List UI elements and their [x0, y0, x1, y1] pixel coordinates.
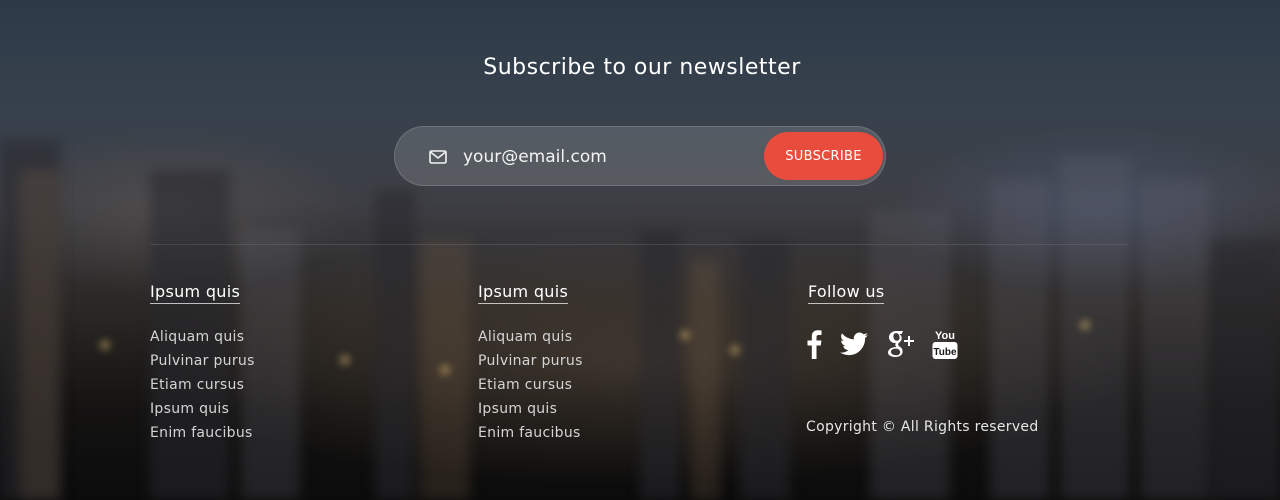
- footer-link-text[interactable]: Aliquam quis: [478, 329, 572, 345]
- google-plus-icon: [888, 331, 914, 357]
- youtube-link[interactable]: You Tube: [932, 328, 958, 360]
- facebook-icon: [807, 330, 822, 359]
- footer-link: Aliquam quis: [478, 325, 583, 349]
- footer-link: Pulvinar purus: [478, 349, 583, 373]
- footer-link: Ipsum quis: [478, 397, 583, 421]
- newsletter-form: SUBSCRIBE: [394, 126, 886, 186]
- footer-link-text[interactable]: Etiam cursus: [150, 377, 244, 393]
- email-input[interactable]: [463, 141, 753, 173]
- google-plus-link[interactable]: [886, 328, 914, 360]
- social-links: You Tube: [806, 328, 976, 360]
- footer-column-2: Ipsum quis Aliquam quis Pulvinar purus E…: [478, 282, 583, 445]
- footer-column-1: Ipsum quis Aliquam quis Pulvinar purus E…: [150, 282, 255, 445]
- footer-link-text[interactable]: Ipsum quis: [150, 401, 229, 417]
- footer-link: Aliquam quis: [150, 325, 255, 349]
- footer-link-text[interactable]: Enim faucibus: [150, 425, 253, 441]
- link-list: Aliquam quis Pulvinar purus Etiam cursus…: [478, 325, 583, 445]
- footer-link: Ipsum quis: [150, 397, 255, 421]
- follow-us-column: Follow us: [808, 282, 885, 304]
- footer-link-text[interactable]: Pulvinar purus: [150, 353, 255, 369]
- youtube-icon: You Tube: [932, 330, 958, 359]
- footer-link: Etiam cursus: [150, 373, 255, 397]
- footer-link: Enim faucibus: [150, 421, 255, 445]
- svg-text:Tube: Tube: [933, 347, 957, 358]
- column-heading: Ipsum quis: [478, 282, 569, 304]
- footer-link-text[interactable]: Pulvinar purus: [478, 353, 583, 369]
- newsletter-title: Subscribe to our newsletter: [483, 55, 801, 80]
- twitter-icon: [840, 332, 868, 356]
- follow-heading: Follow us: [808, 282, 885, 304]
- subscribe-button[interactable]: SUBSCRIBE: [764, 132, 883, 180]
- footer-link-text[interactable]: Ipsum quis: [478, 401, 557, 417]
- facebook-link[interactable]: [806, 328, 822, 360]
- section-divider: [150, 244, 1128, 245]
- footer-link-text[interactable]: Etiam cursus: [478, 377, 572, 393]
- footer-link-text[interactable]: Enim faucibus: [478, 425, 581, 441]
- column-heading: Ipsum quis: [150, 282, 241, 304]
- copyright-text: Copyright © All Rights reserved: [806, 419, 1039, 435]
- link-list: Aliquam quis Pulvinar purus Etiam cursus…: [150, 325, 255, 445]
- footer-link: Enim faucibus: [478, 421, 583, 445]
- envelope-icon: [429, 150, 447, 164]
- footer-link: Pulvinar purus: [150, 349, 255, 373]
- footer-link: Etiam cursus: [478, 373, 583, 397]
- svg-text:You: You: [935, 330, 955, 342]
- twitter-link[interactable]: [840, 328, 868, 360]
- footer-link-text[interactable]: Aliquam quis: [150, 329, 244, 345]
